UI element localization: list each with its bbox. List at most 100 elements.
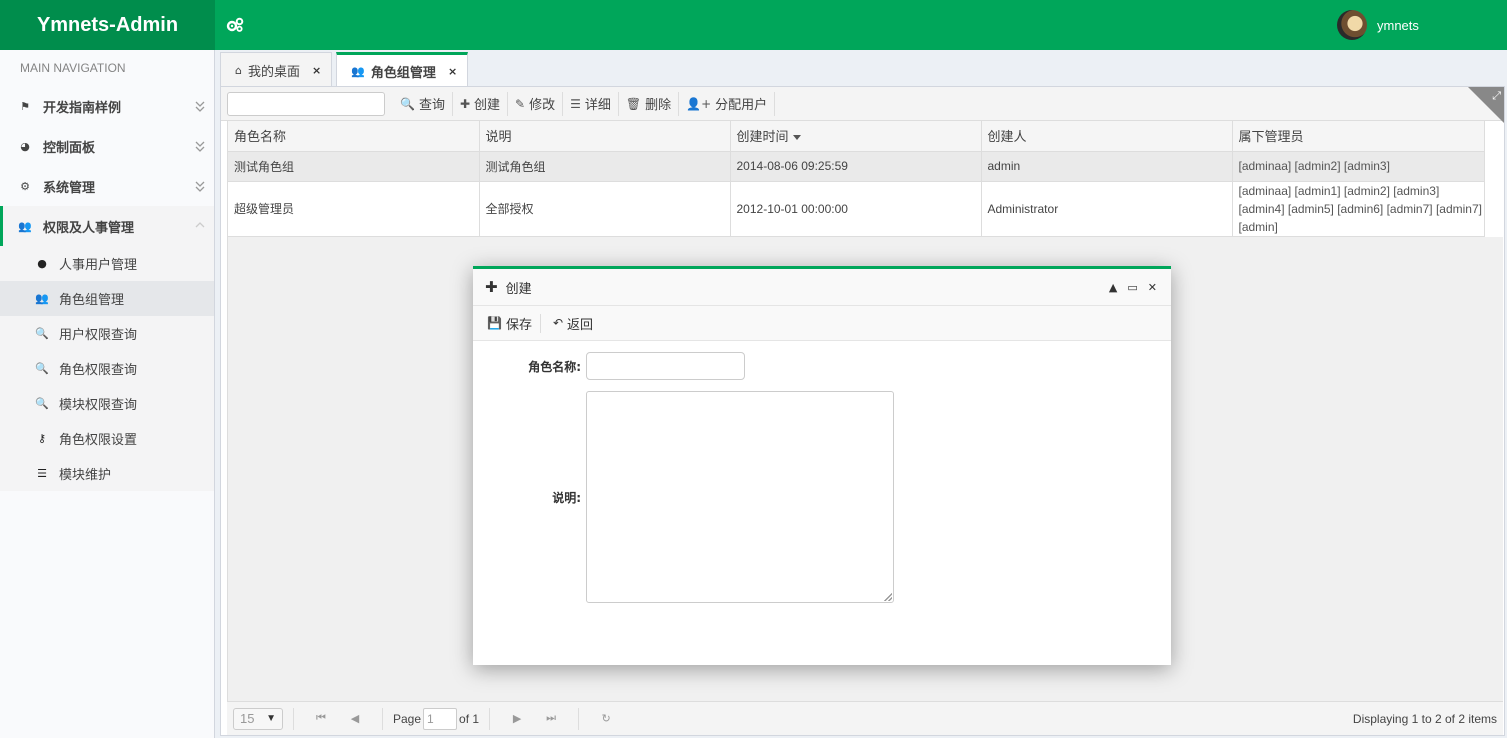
sidebar-header: MAIN NAVIGATION <box>0 50 214 86</box>
form-row-name: 角色名称: <box>473 352 745 380</box>
page-number-input[interactable]: 1 <box>423 707 458 730</box>
table-cell: [adminaa] [admin1] [admin2] [admin3] [ad… <box>1232 181 1485 237</box>
next-page-icon[interactable]: ▶ <box>508 712 526 725</box>
search-input[interactable] <box>227 91 385 116</box>
button-label: 详细 <box>584 98 611 113</box>
sidebar-item-dev-guide[interactable]: ⚑ 开发指南样例 <box>0 86 214 126</box>
save-button[interactable]: 💾 保存 <box>487 313 541 333</box>
app-logo[interactable]: Ymnets-Admin <box>0 0 215 50</box>
chevron-down-icon <box>195 101 205 112</box>
sidebar-item-label: 模块权限查询 <box>59 398 138 413</box>
table-cell: 2012-10-01 00:00:00 <box>730 181 982 237</box>
sidebar-item-role-perm-settings[interactable]: ⚷ 角色权限设置 <box>0 421 214 456</box>
search-icon: 🔍 <box>35 327 49 340</box>
delete-button[interactable]: 🗑 删除 <box>619 91 680 116</box>
edit-button[interactable]: ✎ 修改 <box>508 91 564 116</box>
page-label: Page <box>393 711 422 726</box>
prev-page-icon[interactable]: ◀ <box>346 712 364 725</box>
search-icon: 🔍 <box>400 96 415 111</box>
table-cell: admin <box>981 151 1233 182</box>
back-button[interactable]: ↶ 返回 <box>553 314 601 333</box>
first-page-icon[interactable]: ⏮ <box>312 712 330 725</box>
top-navbar: Ymnets-Admin ymnets <box>0 0 1507 50</box>
tab-strip: ⌂ 我的桌面 × 👥 角色组管理 × <box>220 52 472 87</box>
sidebar-item-label: 系统管理 <box>43 180 96 196</box>
collapse-icon[interactable]: ▲ <box>1109 281 1117 294</box>
user-menu[interactable]: ymnets <box>1337 10 1419 40</box>
sidebar-item-label: 角色组管理 <box>59 293 125 308</box>
column-header[interactable]: 属下管理员 <box>1232 121 1485 152</box>
sidebar-item-module-maintenance[interactable]: ☰ 模块维护 <box>0 456 214 491</box>
users-icon: 👥 <box>351 64 365 78</box>
grid-toolbar: 🔍 查询 ✚ 创建 ✎ 修改 ☰ 详细 🗑 删除 👤+ 分配用户 <box>221 87 1504 121</box>
description-textarea[interactable] <box>586 391 894 603</box>
button-label: 删除 <box>645 98 672 113</box>
table-cell: Administrator <box>981 181 1233 237</box>
sidebar-item-user-perm-query[interactable]: 🔍 用户权限查询 <box>0 316 214 351</box>
avatar[interactable] <box>1337 10 1367 40</box>
button-label: 保存 <box>505 317 532 333</box>
sidebar-item-label: 用户权限查询 <box>59 328 138 343</box>
tab-label: 我的桌面 <box>247 64 300 80</box>
button-label: 分配用户 <box>715 98 768 113</box>
pagination-bar: 15 ▼ ⏮ ◀ Page 1 of 1 ▶ ⏭ ↻ Displaying 1 t… <box>227 701 1503 735</box>
button-label: 创建 <box>474 98 501 113</box>
sidebar-item-dashboard[interactable]: ◕ 控制面板 <box>0 126 214 166</box>
caret-down-icon: ▼ <box>266 713 276 724</box>
table-cell: 2014-08-06 09:25:59 <box>730 151 982 182</box>
table-row[interactable]: 测试角色组 测试角色组 2014-08-06 09:25:59 admin [a… <box>228 151 1485 182</box>
page-size-select[interactable]: 15 ▼ <box>233 707 283 730</box>
maximize-icon[interactable]: ▭ <box>1127 281 1137 294</box>
column-header[interactable]: 角色名称 <box>228 121 480 152</box>
sidebar-item-system[interactable]: ⚙ 系统管理 <box>0 166 214 206</box>
separator <box>489 707 491 730</box>
sidebar-item-hr-users[interactable]: ● 人事用户管理 <box>0 246 214 281</box>
query-button[interactable]: 🔍 查询 <box>393 91 453 116</box>
floppy-icon: 💾 <box>487 316 502 330</box>
column-header[interactable]: 说明 <box>479 121 731 152</box>
dialog-toolbar: 💾 保存 ↶ 返回 <box>473 306 1171 341</box>
sidebar-item-role-groups[interactable]: 👥 角色组管理 <box>0 281 214 316</box>
search-icon: 🔍 <box>35 397 49 410</box>
user-icon: ● <box>37 257 47 270</box>
tab-role-groups[interactable]: 👥 角色组管理 × <box>336 52 469 87</box>
assign-users-button[interactable]: 👤+ 分配用户 <box>679 91 776 116</box>
separator <box>293 707 294 730</box>
key-icon: ⚷ <box>37 432 47 445</box>
list-icon: ☰ <box>37 467 47 480</box>
table-cell: 测试角色组 <box>479 151 731 182</box>
sidebar-item-role-perm-query[interactable]: 🔍 角色权限查询 <box>0 351 214 386</box>
dialog-title-bar[interactable]: ✚ 创建 ▲ ▭ ✕ <box>473 269 1171 306</box>
gears-icon[interactable] <box>226 17 244 33</box>
resize-handle[interactable] <box>884 593 892 601</box>
dialog-controls: ▲ ▭ ✕ <box>1109 281 1157 294</box>
gears-icon: ⚙ <box>20 179 30 193</box>
sidebar-item-module-perm-query[interactable]: 🔍 模块权限查询 <box>0 386 214 421</box>
close-icon[interactable]: ✕ <box>1148 281 1157 294</box>
role-name-input[interactable] <box>586 352 745 380</box>
sidebar-item-permissions[interactable]: 👥 权限及人事管理 <box>0 206 214 246</box>
chevron-down-icon <box>195 141 205 152</box>
expand-icon[interactable]: ⤢ <box>1492 89 1501 103</box>
users-icon: 👥 <box>35 292 49 305</box>
refresh-icon[interactable]: ↻ <box>597 712 615 725</box>
button-label: 返回 <box>567 317 594 333</box>
details-button[interactable]: ☰ 详细 <box>563 91 619 116</box>
close-icon[interactable]: × <box>312 64 321 77</box>
last-page-icon[interactable]: ⏭ <box>542 712 560 725</box>
table-row[interactable]: 超级管理员 全部授权 2012-10-01 00:00:00 Administr… <box>228 181 1485 237</box>
sidebar-item-label: 人事用户管理 <box>59 258 138 273</box>
column-header[interactable]: 创建人 <box>981 121 1233 152</box>
trash-icon: 🗑 <box>625 96 642 111</box>
sidebar-submenu: ● 人事用户管理 👥 角色组管理 🔍 用户权限查询 🔍 角色权限查询 🔍 模块权… <box>0 246 214 491</box>
sort-desc-icon <box>792 135 801 141</box>
column-header-sorted[interactable]: 创建时间 <box>730 121 982 152</box>
pagination-info: Displaying 1 to 2 of 2 items <box>1352 712 1497 726</box>
data-grid: 角色名称 说明 创建时间 创建人 属下管理员 测试角色组 测试角色组 2014-… <box>227 121 1503 237</box>
column-header-label: 创建时间 <box>736 130 789 146</box>
table-cell: [adminaa] [admin2] [admin3] <box>1232 151 1485 182</box>
close-icon[interactable]: × <box>448 65 457 78</box>
tab-desktop[interactable]: ⌂ 我的桌面 × <box>220 52 333 87</box>
user-name[interactable]: ymnets <box>1377 18 1419 33</box>
create-button[interactable]: ✚ 创建 <box>453 91 509 116</box>
